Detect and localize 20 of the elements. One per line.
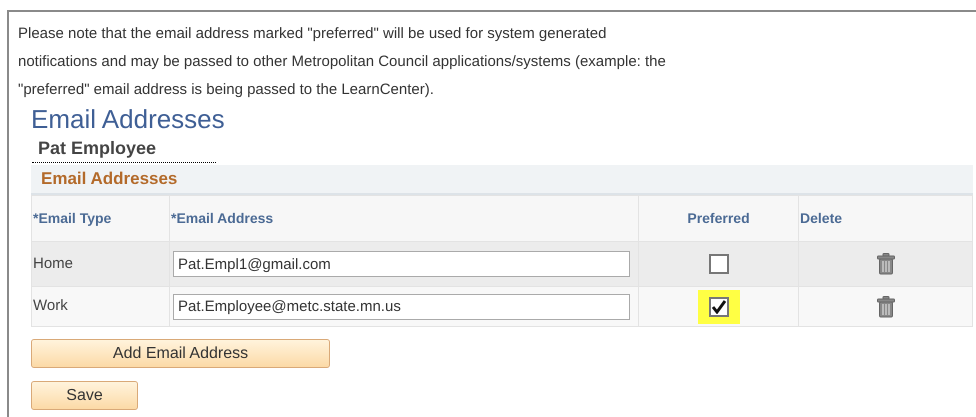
trash-icon[interactable] bbox=[876, 296, 894, 318]
column-header: Delete bbox=[800, 210, 842, 226]
email-type: Home bbox=[33, 254, 74, 272]
preferred-checkbox[interactable] bbox=[698, 290, 740, 324]
notice-text: notifications and may be passed to other Metropolitan Council applications/systems (example: the bbox=[18, 52, 666, 72]
add-email-button[interactable]: Add Email Address bbox=[31, 339, 330, 368]
page-title: Email Addresses bbox=[31, 104, 225, 134]
column-header: Preferred bbox=[687, 210, 750, 226]
check-icon bbox=[710, 300, 726, 314]
email-address-field[interactable]: Pat.Empl1@gmail.com bbox=[173, 251, 630, 277]
notice-text: "preferred" email address is being passed to the LearnCenter). bbox=[18, 80, 434, 100]
save-button[interactable]: Save bbox=[31, 381, 138, 410]
email-address-field[interactable]: Pat.Employee@metc.state.mn.us bbox=[173, 294, 630, 320]
employee-name: Pat Employee bbox=[38, 138, 156, 158]
notice-text: Please note that the email address marked "preferred" will be used for system generated bbox=[18, 24, 606, 44]
section-title: Email Addresses bbox=[41, 168, 178, 190]
column-header: *Email Address bbox=[171, 210, 274, 226]
trash-icon[interactable] bbox=[876, 253, 894, 275]
email-type: Work bbox=[33, 297, 68, 314]
column-header: *Email Type bbox=[33, 210, 112, 226]
